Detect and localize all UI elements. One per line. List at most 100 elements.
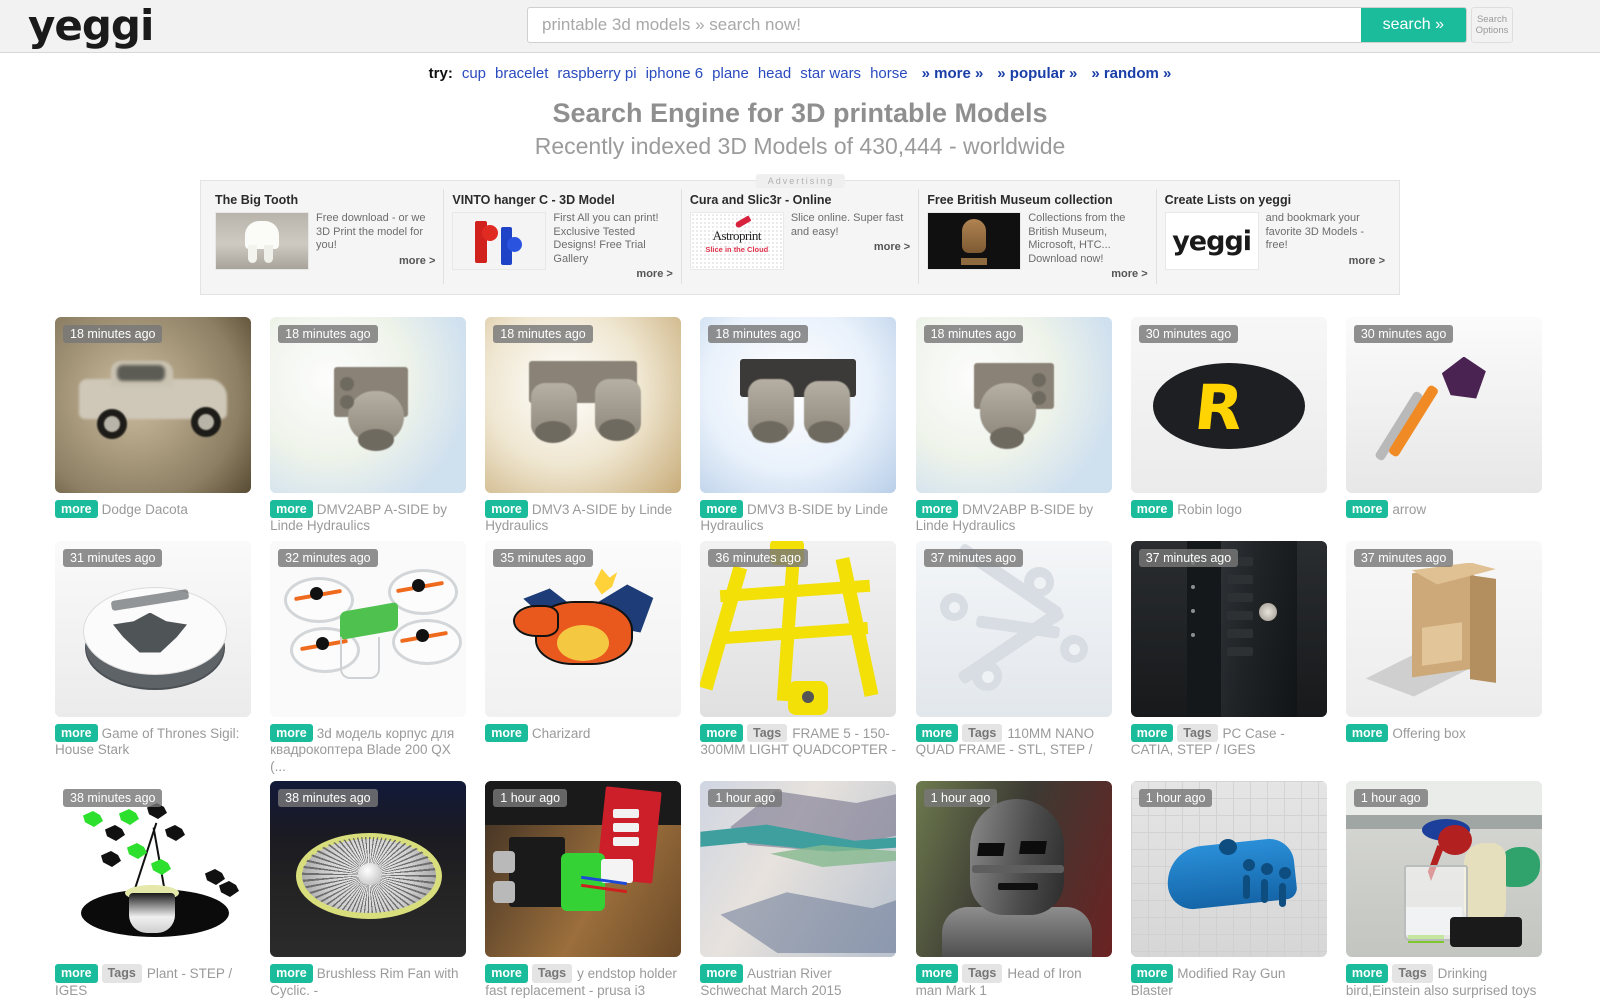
result-card[interactable]: 1 hour ago moreTagsDrinking bird,Einstei…	[1346, 781, 1545, 999]
more-button[interactable]: more	[270, 964, 313, 983]
search-options-button[interactable]: Search Options	[1471, 7, 1513, 43]
more-button[interactable]: more	[1346, 500, 1389, 519]
result-card[interactable]: 32 minutes ago more3d модель корпус для …	[270, 541, 469, 776]
try-link-bracelet[interactable]: bracelet	[495, 65, 548, 82]
more-button[interactable]: more	[1131, 964, 1174, 983]
tags-button[interactable]: Tags	[962, 964, 1002, 983]
model-thumbnail[interactable]: 18 minutes ago	[700, 317, 896, 493]
try-link-random[interactable]: » random »	[1091, 65, 1171, 82]
result-card[interactable]: 1 hour ago moreModified Ray Gun Blaster	[1131, 781, 1330, 999]
result-card[interactable]: 36 minutes ago moreTagsFRAME 5 - 150-300…	[700, 541, 899, 776]
more-button[interactable]: more	[700, 964, 743, 983]
more-button[interactable]: more	[916, 964, 959, 983]
result-card[interactable]: 37 minutes ago moreOffering box	[1346, 541, 1545, 776]
model-thumbnail[interactable]: 36 minutes ago	[700, 541, 896, 717]
ad-card-vinto-hanger[interactable]: VINTO hanger C - 3D Model First All you …	[444, 189, 681, 284]
tags-button[interactable]: Tags	[532, 964, 572, 983]
model-thumbnail[interactable]: 1 hour ago	[1131, 781, 1327, 957]
more-button[interactable]: more	[485, 500, 528, 519]
result-card[interactable]: 35 minutes ago more Charizard	[485, 541, 684, 776]
more-button[interactable]: more	[700, 500, 743, 519]
try-link-cup[interactable]: cup	[462, 65, 486, 82]
result-card[interactable]: 1 hour ago moreAustrian River Schwechat …	[700, 781, 899, 999]
ad-card-british-museum[interactable]: Free British Museum collection Collectio…	[919, 189, 1156, 284]
more-button[interactable]: more	[485, 724, 528, 743]
model-thumbnail[interactable]: 37 minutes ago	[1346, 541, 1542, 717]
result-card[interactable]: 1 hour ago moreTagsy endstop holder fast…	[485, 781, 684, 999]
ad-card-create-lists[interactable]: Create Lists on yeggi yeggi and bookmark…	[1157, 189, 1393, 284]
model-thumbnail[interactable]: 1 hour ago	[700, 781, 896, 957]
result-card[interactable]: 18 minutes ago moreDMV2ABP A-SIDE by Lin…	[270, 317, 469, 535]
tags-button[interactable]: Tags	[102, 964, 142, 983]
yeggi-logo[interactable]: yeggi	[28, 5, 153, 47]
tags-button[interactable]: Tags	[747, 724, 787, 743]
more-button[interactable]: more	[1346, 964, 1389, 983]
model-title[interactable]: Robin logo	[1177, 502, 1242, 517]
result-card[interactable]: 18 minutes ago more Dodge Dacota	[55, 317, 254, 535]
model-thumbnail[interactable]: 31 minutes ago	[55, 541, 251, 717]
try-link-horse[interactable]: horse	[870, 65, 908, 82]
model-thumbnail[interactable]: 18 minutes ago	[485, 317, 681, 493]
ad-more-link[interactable]: more >	[316, 255, 435, 269]
result-card[interactable]: 37 minutes ago moreTagsPC Case - CATIA, …	[1131, 541, 1330, 776]
model-thumbnail[interactable]: 32 minutes ago	[270, 541, 466, 717]
result-card[interactable]: 31 minutes ago moreGame of Thrones Sigil…	[55, 541, 254, 776]
result-card[interactable]: 37 minutes ago moreTags110MM NANO QUAD F…	[916, 541, 1115, 776]
more-button[interactable]: more	[55, 500, 98, 519]
try-link-raspberry-pi[interactable]: raspberry pi	[557, 65, 636, 82]
try-link-popular[interactable]: » popular »	[997, 65, 1077, 82]
result-card[interactable]: 38 minutes ago moreBrushless Rim Fan wit…	[270, 781, 469, 999]
result-card[interactable]: 38 minutes ago moreTagsPlant - STEP / IG…	[55, 781, 254, 999]
more-button[interactable]: more	[1131, 724, 1174, 743]
search-button[interactable]: search »	[1361, 8, 1466, 42]
more-button[interactable]: more	[916, 500, 959, 519]
ad-more-link[interactable]: more >	[553, 268, 672, 282]
more-button[interactable]: more	[700, 724, 743, 743]
result-card[interactable]: R 30 minutes ago moreRobin logo	[1131, 317, 1330, 535]
model-thumbnail[interactable]: 18 minutes ago	[916, 317, 1112, 493]
more-button[interactable]: more	[55, 964, 98, 983]
try-link-star-wars[interactable]: star wars	[800, 65, 861, 82]
search-input[interactable]	[528, 8, 1361, 42]
try-link-head[interactable]: head	[758, 65, 791, 82]
model-thumbnail[interactable]: R 30 minutes ago	[1131, 317, 1327, 493]
model-thumbnail[interactable]: 35 minutes ago	[485, 541, 681, 717]
more-button[interactable]: more	[1346, 724, 1389, 743]
more-button[interactable]: more	[270, 724, 313, 743]
more-button[interactable]: more	[270, 500, 313, 519]
try-link-plane[interactable]: plane	[712, 65, 749, 82]
ad-card-big-tooth[interactable]: The Big Tooth Free download - or we 3D P…	[207, 189, 444, 284]
try-link-more[interactable]: » more »	[922, 65, 984, 82]
more-button[interactable]: more	[485, 964, 528, 983]
more-button[interactable]: more	[1131, 500, 1174, 519]
model-title[interactable]: Charizard	[532, 726, 591, 741]
ad-more-link[interactable]: more >	[1266, 255, 1385, 269]
result-card[interactable]: 30 minutes ago morearrow	[1346, 317, 1545, 535]
result-card[interactable]: 18 minutes ago moreDMV3 B-SIDE by Linde …	[700, 317, 899, 535]
more-button[interactable]: more	[916, 724, 959, 743]
result-card[interactable]: 18 minutes ago moreDMV3 A-SIDE by Linde …	[485, 317, 684, 535]
try-link-iphone-6[interactable]: iphone 6	[646, 65, 704, 82]
ad-card-cura-slic3r[interactable]: Cura and Slic3r - Online Astroprint Slic…	[682, 189, 919, 284]
model-thumbnail[interactable]: 1 hour ago	[1346, 781, 1542, 957]
model-thumbnail[interactable]: 38 minutes ago	[270, 781, 466, 957]
result-card[interactable]: 1 hour ago moreTagsHead of Iron man Mark…	[916, 781, 1115, 999]
model-title[interactable]: Dodge Dacota	[102, 502, 188, 517]
model-thumbnail[interactable]: 1 hour ago	[916, 781, 1112, 957]
ad-more-link[interactable]: more >	[1028, 268, 1147, 282]
model-thumbnail[interactable]: 30 minutes ago	[1346, 317, 1542, 493]
tags-button[interactable]: Tags	[962, 724, 1002, 743]
tags-button[interactable]: Tags	[1392, 964, 1432, 983]
model-thumbnail[interactable]: 18 minutes ago	[55, 317, 251, 493]
more-button[interactable]: more	[55, 724, 98, 743]
result-card[interactable]: 18 minutes ago moreDMV2ABP B-SIDE by Lin…	[916, 317, 1115, 535]
model-title[interactable]: arrow	[1392, 502, 1426, 517]
model-thumbnail[interactable]: 18 minutes ago	[270, 317, 466, 493]
model-thumbnail[interactable]: 1 hour ago	[485, 781, 681, 957]
ad-more-link[interactable]: more >	[791, 241, 910, 255]
model-thumbnail[interactable]: 37 minutes ago	[1131, 541, 1327, 717]
tags-button[interactable]: Tags	[1177, 724, 1217, 743]
model-thumbnail[interactable]: 37 minutes ago	[916, 541, 1112, 717]
model-title[interactable]: Offering box	[1392, 726, 1465, 741]
model-thumbnail[interactable]: 38 minutes ago	[55, 781, 251, 957]
